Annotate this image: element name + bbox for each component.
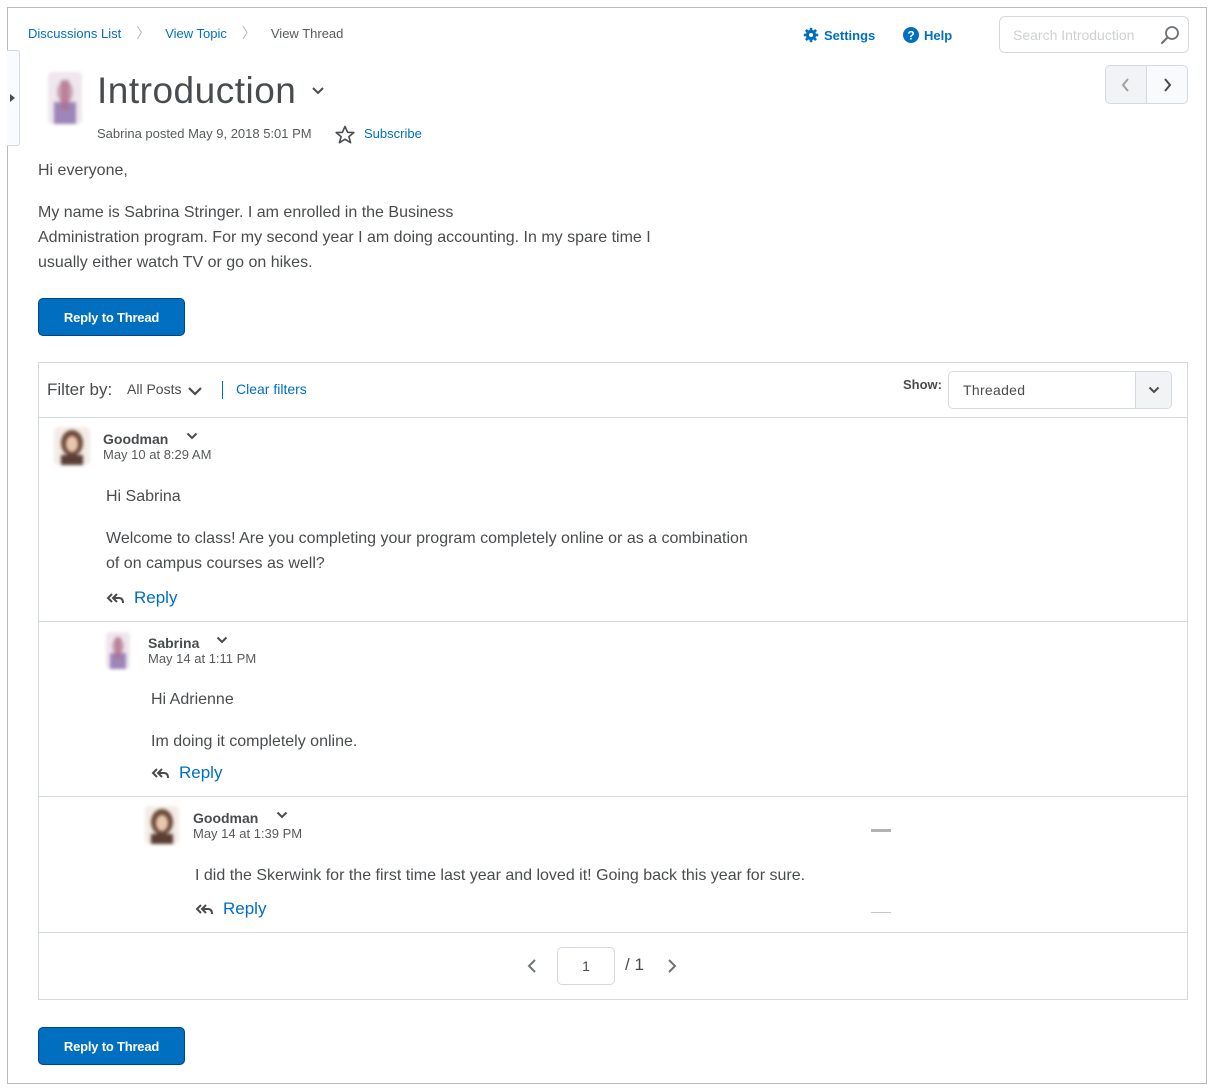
filter-dropdown[interactable]: All Posts <box>127 381 181 397</box>
side-panel-toggle[interactable] <box>7 50 20 146</box>
reply-label: Reply <box>134 588 178 607</box>
author-avatar <box>145 806 179 844</box>
subscribe-link[interactable]: Subscribe <box>364 126 422 141</box>
reply-link[interactable]: Reply <box>151 763 222 783</box>
star-icon[interactable] <box>335 125 355 145</box>
reply-all-icon <box>106 593 124 604</box>
post-author[interactable]: Sabrina <box>148 635 199 651</box>
reply-all-icon <box>195 904 213 915</box>
thread-body-line: Administration program. For my second ye… <box>38 229 651 246</box>
author-avatar <box>48 72 82 124</box>
thread-title: Introduction <box>97 70 297 111</box>
page-number-input[interactable]: 1 <box>557 947 615 985</box>
settings-label: Settings <box>824 27 876 43</box>
post-author[interactable]: Goodman <box>193 810 258 826</box>
thread-posted-info: Sabrina posted May 9, 2018 5:01 PM <box>97 126 312 141</box>
expand-arrow-icon <box>10 94 15 102</box>
post-body-line: Im doing it completely online. <box>151 733 358 750</box>
divider <box>39 621 1187 622</box>
show-label: Show: <box>903 377 942 392</box>
chevron-down-icon[interactable] <box>311 86 325 96</box>
collapse-handle[interactable] <box>871 829 891 832</box>
reply-link[interactable]: Reply <box>195 899 266 919</box>
settings-button[interactable]: Settings <box>803 27 875 43</box>
chevron-left-icon[interactable] <box>526 958 538 974</box>
divider <box>39 417 1187 418</box>
help-label: Help <box>924 27 953 43</box>
show-mode-value: Threaded <box>963 382 1026 398</box>
divider <box>39 796 1187 797</box>
reply-label: Reply <box>223 899 267 918</box>
show-mode-select[interactable]: Threaded <box>948 371 1172 409</box>
divider <box>222 381 223 399</box>
clear-filters-link[interactable]: Clear filters <box>236 381 307 397</box>
breadcrumb-separator-icon: 〉 <box>136 25 151 41</box>
chevron-down-icon[interactable] <box>187 386 203 396</box>
reply-to-thread-button[interactable]: Reply to Thread <box>38 298 185 336</box>
search-input[interactable]: Search Introduction <box>999 16 1189 53</box>
search-icon[interactable] <box>1160 25 1180 45</box>
next-thread-button[interactable] <box>1146 65 1188 104</box>
post-body-line: Welcome to class! Are you completing you… <box>106 530 748 547</box>
chevron-down-icon <box>1148 386 1159 394</box>
chevron-right-icon <box>1164 77 1172 92</box>
breadcrumb-separator-icon: 〉 <box>241 25 256 41</box>
chevron-left-icon <box>1121 77 1129 92</box>
select-arrow[interactable] <box>1135 372 1171 408</box>
gear-icon <box>803 27 819 43</box>
chevron-down-icon[interactable] <box>216 636 228 644</box>
chevron-down-icon[interactable] <box>186 432 198 440</box>
reply-link[interactable]: Reply <box>106 588 177 608</box>
breadcrumb-view-topic[interactable]: View Topic <box>165 26 227 41</box>
reply-to-thread-button-bottom[interactable]: Reply to Thread <box>38 1027 185 1065</box>
author-avatar <box>106 632 130 669</box>
thread-greeting: Hi everyone, <box>38 162 128 179</box>
post-date: May 10 at 8:29 AM <box>103 447 212 462</box>
post-body-line: I did the Skerwink for the first time la… <box>195 867 806 884</box>
author-avatar <box>54 427 90 465</box>
chevron-down-icon[interactable] <box>276 811 288 819</box>
previous-thread-button[interactable] <box>1105 65 1147 104</box>
reply-all-icon <box>151 768 169 779</box>
post-body-line: of on campus courses as well? <box>106 555 325 572</box>
reply-label: Reply <box>179 763 223 782</box>
page-total: / 1 <box>625 955 644 974</box>
post-greeting: Hi Sabrina <box>106 488 181 505</box>
divider <box>871 912 891 913</box>
svg-text:?: ? <box>907 29 914 43</box>
search-placeholder: Search Introduction <box>1013 27 1135 43</box>
help-icon: ? <box>903 27 919 43</box>
post-greeting: Hi Adrienne <box>151 691 234 708</box>
chevron-right-icon[interactable] <box>666 958 678 974</box>
post-date: May 14 at 1:39 PM <box>193 826 303 841</box>
thread-body-line: My name is Sabrina Stringer. I am enroll… <box>38 204 454 221</box>
filter-label: Filter by: <box>47 380 113 399</box>
breadcrumb-view-thread: View Thread <box>270 25 344 41</box>
post-author[interactable]: Goodman <box>103 431 168 447</box>
breadcrumb: Discussions List 〉 View Topic 〉 View Thr… <box>28 23 343 43</box>
divider <box>39 932 1187 933</box>
thread-body-line: usually either watch TV or go on hikes. <box>38 254 313 271</box>
help-button[interactable]: ? Help <box>903 27 952 43</box>
breadcrumb-discussions-list[interactable]: Discussions List <box>28 26 121 41</box>
post-date: May 14 at 1:11 PM <box>148 651 257 666</box>
